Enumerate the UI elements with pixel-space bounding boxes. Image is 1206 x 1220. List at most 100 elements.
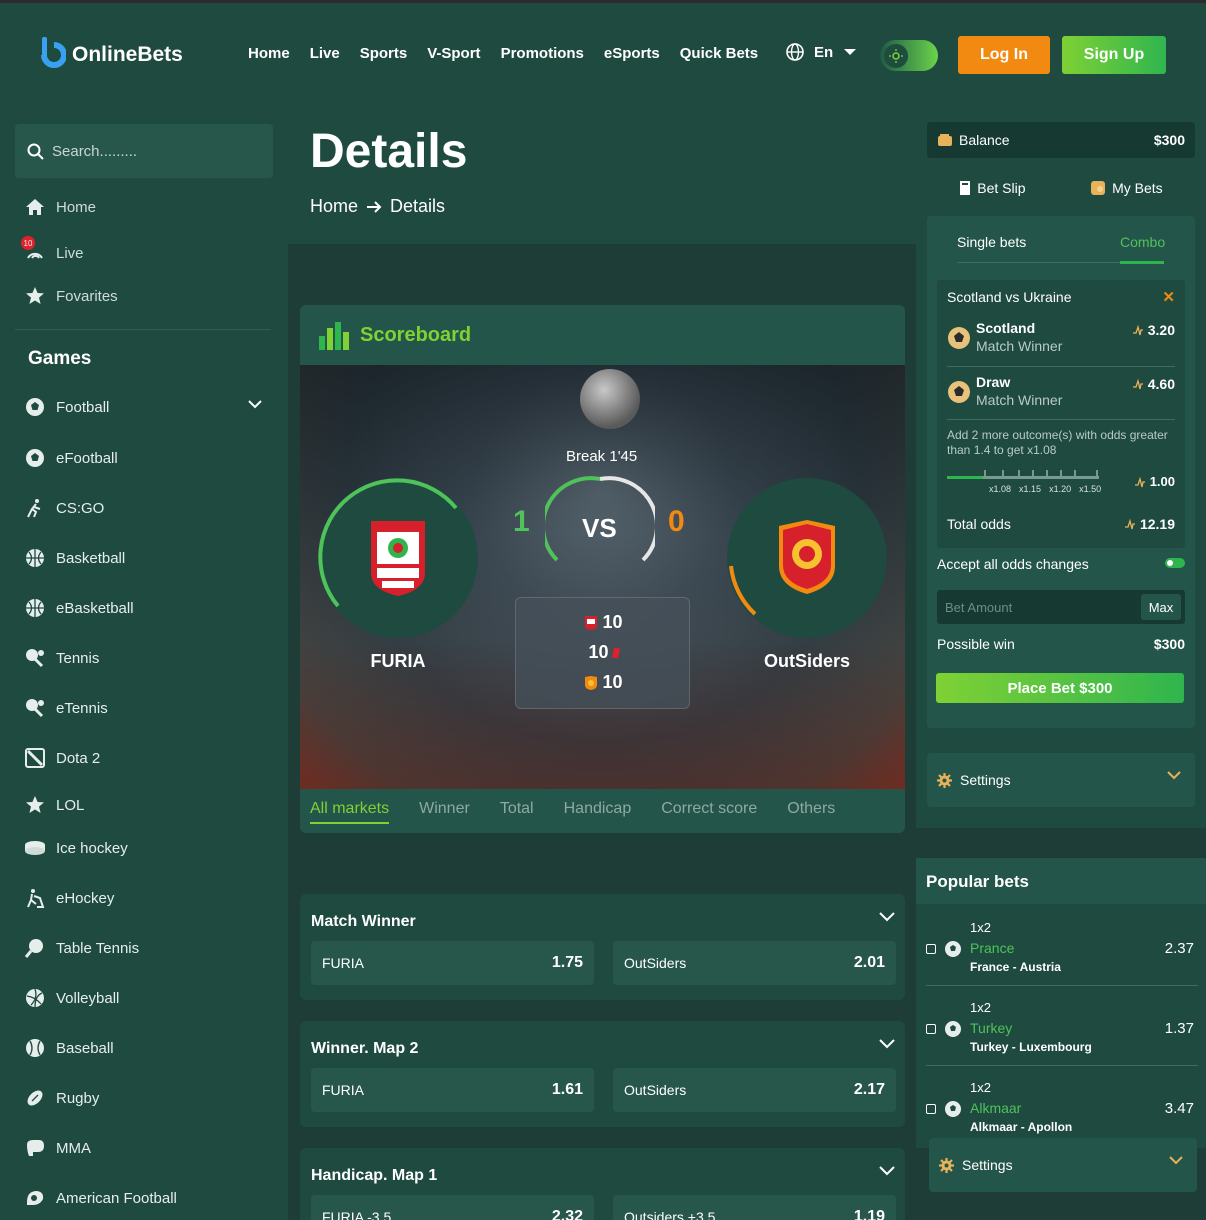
logo[interactable]: OnlineBets [38,35,183,75]
tab-winner[interactable]: Winner [419,800,470,824]
away-team-badge[interactable] [727,478,887,638]
star-icon [24,794,46,816]
sidebar-item-tennis[interactable]: Tennis [24,647,99,669]
main-nav: Home Live Sports V-Sport Promotions eSpo… [248,45,758,62]
signup-button[interactable]: Sign Up [1062,36,1166,74]
pick-odd: 4.60 [1132,376,1175,392]
market-tabs: All markets Winner Total Handicap Correc… [310,800,835,824]
nav-esports[interactable]: eSports [604,45,660,62]
sidebar-item-home[interactable]: Home [24,196,96,218]
pick-odd: 3.20 [1132,322,1175,338]
sidebar-item-csgo[interactable]: CS:GO [24,497,104,519]
chevron-down-icon[interactable] [879,1039,895,1049]
sidebar-item-lol[interactable]: LOL [24,794,84,816]
sidebar-item-football[interactable]: Football [24,396,109,418]
popular-bet-item[interactable]: 1x2 Prance France - Austria 2.37 [926,912,1198,992]
search-box[interactable]: Search......... [15,124,273,178]
odd-button[interactable]: OutSiders 2.01 [613,941,896,985]
sidebar-item-label: Dota 2 [56,749,101,767]
sidebar-item-ice-hockey[interactable]: Ice hockey [24,837,128,859]
language-selector[interactable]: En [786,43,857,61]
scoreboard-header: Scoreboard [300,305,905,365]
sidebar-item-volleyball[interactable]: Volleyball [24,987,119,1009]
odd-button[interactable]: FURIA 1.61 [311,1068,594,1112]
bet-selection: Alkmaar [970,1100,1022,1116]
market-title: Winner. Map 2 [311,1040,419,1057]
page-title: Details [310,125,468,178]
bet-odd: 3.47 [1164,1100,1194,1117]
divider [947,419,1175,420]
sidebar-item-label: Basketball [56,549,126,567]
tab-single-bets[interactable]: Single bets [957,234,1026,250]
bet-amount-input[interactable]: Bet Amount Max [937,590,1185,624]
sidebar-item-efootball[interactable]: eFootball [24,447,118,469]
chevron-down-icon[interactable] [879,1166,895,1176]
place-bet-button[interactable]: Place Bet $300 [936,673,1184,703]
home-score: 1 [513,505,530,538]
checkbox[interactable] [926,1104,936,1114]
home-team-badge[interactable] [318,478,478,638]
tab-bet-slip[interactable]: Bet Slip [959,180,1026,196]
accept-odds-toggle[interactable] [1165,558,1185,568]
sidebar-item-live[interactable]: 10 Live [21,236,84,264]
sidebar-item-dota2[interactable]: Dota 2 [24,747,100,769]
odd-button[interactable]: FURIA -3.5 2.32 [311,1195,594,1220]
stat-row: 10 [516,642,691,663]
login-button[interactable]: Log In [958,36,1050,74]
dota-icon [24,747,46,769]
sidebar-item-table-tennis[interactable]: Table Tennis [24,937,139,959]
selection-match: Scotland vs Ukraine [947,289,1072,305]
odd-button[interactable]: OutSiders 2.17 [613,1068,896,1112]
tab-others[interactable]: Others [787,800,835,824]
sidebar-item-rugby[interactable]: Rugby [24,1087,99,1109]
sidebar-item-mma[interactable]: MMA [24,1137,91,1159]
theme-toggle[interactable] [880,40,938,71]
tab-my-bets[interactable]: My Bets [1090,180,1163,196]
tab-correct-score[interactable]: Correct score [661,800,757,824]
nav-sports[interactable]: Sports [360,45,408,62]
chevron-down-icon[interactable] [879,912,895,922]
possible-win-value: $300 [1153,636,1185,652]
tab-handicap[interactable]: Handicap [564,800,632,824]
sidebar-item-etennis[interactable]: eTennis [24,697,108,719]
odd-button[interactable]: FURIA 1.75 [311,941,594,985]
tab-total[interactable]: Total [500,800,534,824]
total-odds: 12.19 [1124,516,1175,532]
close-icon[interactable]: ✕ [1162,288,1175,306]
checkbox[interactable] [926,1024,936,1034]
combo-hint: Add 2 more outcome(s) with odds greater … [947,428,1168,457]
bet-type: 1x2 [970,920,991,935]
nav-quick-bets[interactable]: Quick Bets [680,45,758,62]
sidebar-item-basketball[interactable]: Basketball [24,547,125,569]
pick-odd-value: 4.60 [1147,376,1175,392]
chevron-down-icon [1169,1156,1183,1165]
tick-label: x1.15 [1019,484,1042,494]
popular-bet-item[interactable]: 1x2 Turkey Turkey - Luxembourg 1.37 [926,992,1198,1072]
chevron-down-icon [844,49,857,55]
checkbox[interactable] [926,944,936,954]
sidebar-item-favorites[interactable]: Fovarites [24,285,118,307]
nav-home[interactable]: Home [248,45,290,62]
selection-pick[interactable]: Scotland Match Winner 3.20 [947,320,1175,360]
nav-live[interactable]: Live [310,45,340,62]
sidebar-item-american-football[interactable]: American Football [24,1187,177,1209]
nav-promotions[interactable]: Promotions [501,45,584,62]
popular-settings-bar[interactable]: Settings [929,1138,1197,1192]
chevron-down-icon[interactable] [248,399,262,409]
sidebar-item-baseball[interactable]: Baseball [24,1037,114,1059]
settings-bar[interactable]: Settings [927,753,1195,807]
progress-ticks [984,470,1098,476]
accept-odds-label: Accept all odds changes [937,556,1089,572]
sidebar-item-ehockey[interactable]: eHockey [24,887,114,909]
odd-button[interactable]: Outsiders +3.5 1.19 [613,1195,896,1220]
nav-vsport[interactable]: V-Sport [427,45,480,62]
tab-all-markets[interactable]: All markets [310,800,390,824]
max-button[interactable]: Max [1141,594,1181,620]
selection-pick[interactable]: Draw Match Winner 4.60 [947,374,1175,414]
tab-combo[interactable]: Combo [1120,234,1165,250]
breadcrumb-home[interactable]: Home [310,196,358,217]
pick-odd-value: 3.20 [1147,322,1175,338]
sidebar-item-ebasketball[interactable]: eBasketball [24,597,134,619]
sidebar-item-label: MMA [56,1139,91,1157]
stat-value: 10 [602,672,623,692]
